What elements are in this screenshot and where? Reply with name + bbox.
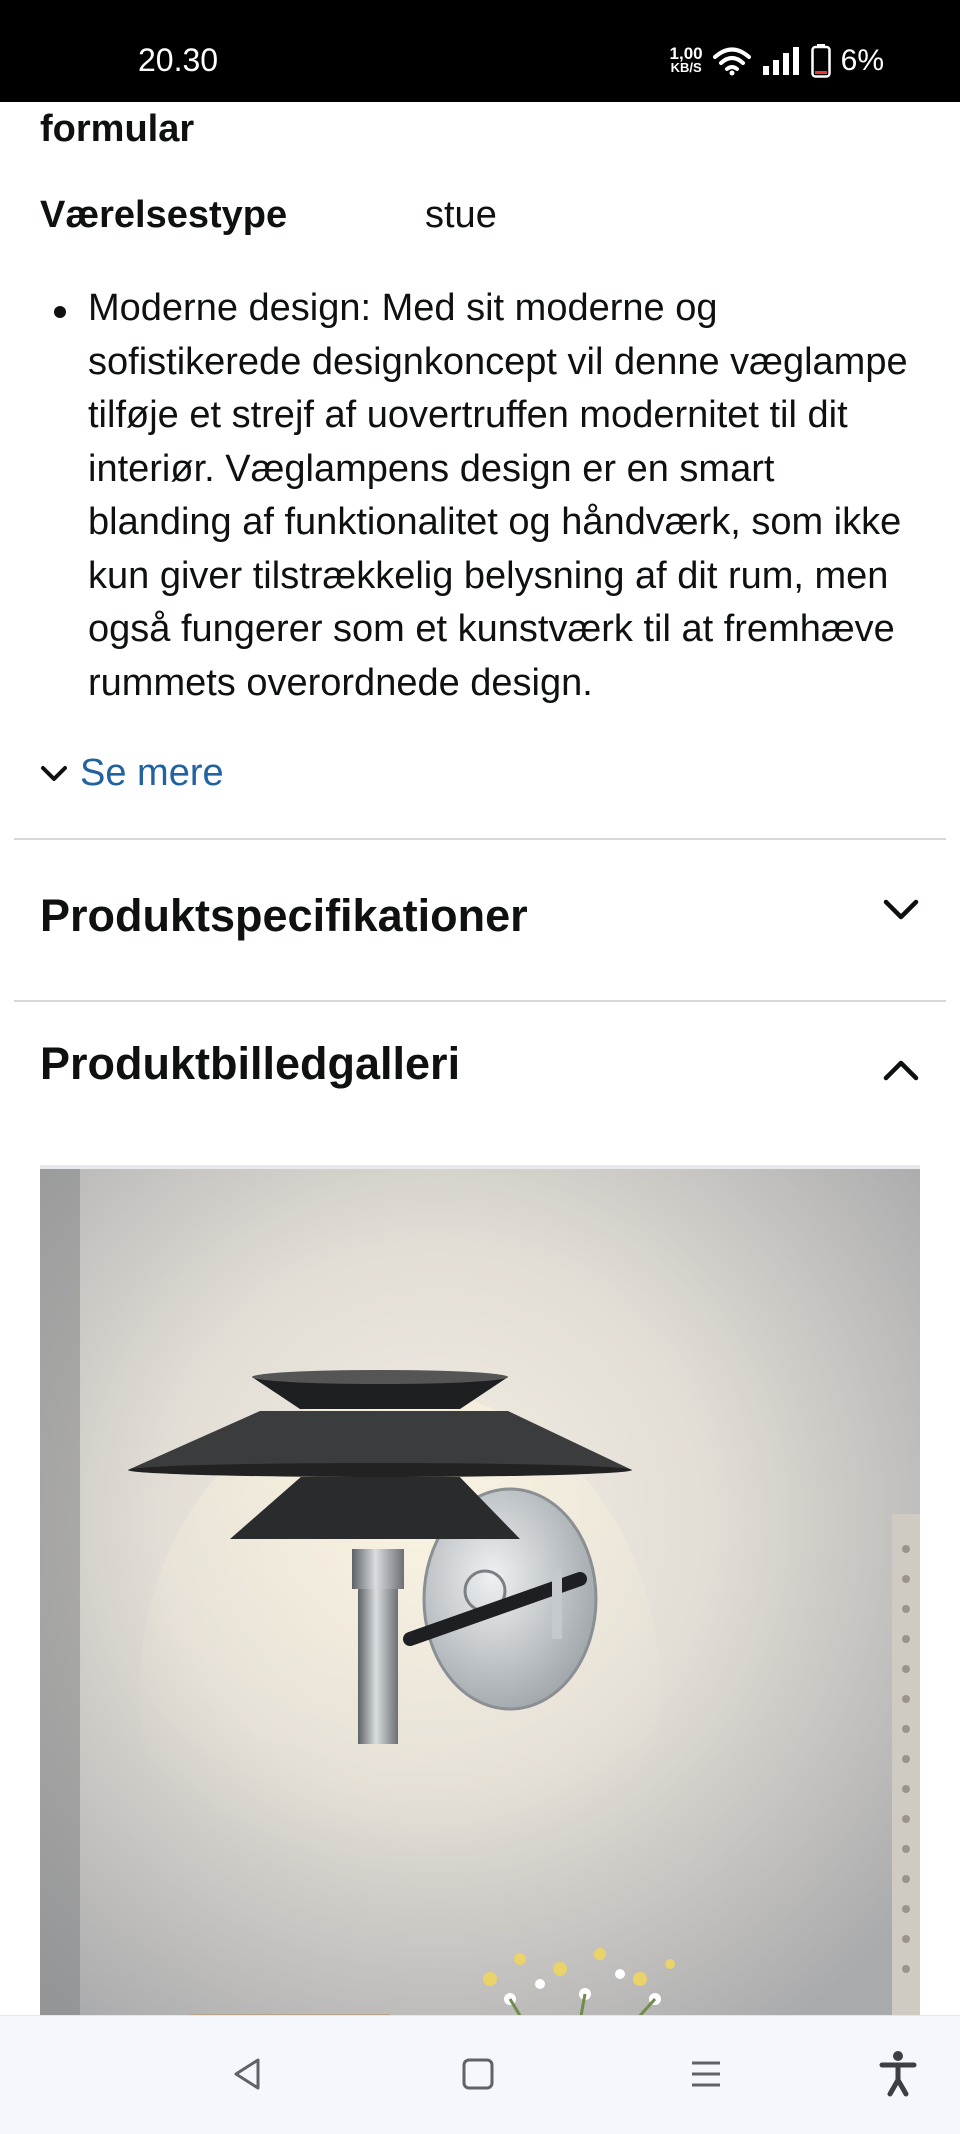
status-bar: 20.30 1,00 KB/S 6% [0,0,960,102]
home-square-icon[interactable] [458,2054,498,2094]
wifi-icon [712,47,751,76]
battery-icon [810,44,831,78]
accessibility-icon[interactable] [878,2050,918,2098]
attribute-label: Værelsestype [40,194,288,236]
battery-percent: 6% [840,44,884,77]
attribute-label-cut: formular [40,108,195,150]
chevron-down-icon [41,765,67,781]
status-icons: 1,00 KB/S 6% [670,44,884,78]
section-product-gallery[interactable]: Produktbilledgalleri [0,1002,960,1152]
menu-lines-icon[interactable] [686,2054,726,2094]
section-title-specifications: Produktspecifikationer [40,890,528,941]
back-triangle-icon[interactable] [228,2054,268,2094]
signal-icon [762,47,799,75]
attribute-value: stue [425,194,497,236]
chevron-up-icon [883,1060,919,1081]
chevron-down-icon [883,899,919,920]
section-title-gallery: Produktbilledgalleri [40,1038,461,1089]
see-more-label: Se mere [80,752,224,794]
gallery-image[interactable] [40,1165,920,2049]
wall-lamp-product-image [40,1169,920,2049]
status-time: 20.30 [138,42,219,78]
see-more-link[interactable]: Se mere [40,752,224,795]
net-speed-value: 1,00 [669,44,703,63]
net-speed-unit: KB/S [670,60,702,75]
attribute-row-room-type: Værelsestype stue [40,194,497,237]
system-navigation-bar [0,2015,960,2134]
net-speed: 1,00 KB/S [669,44,703,75]
feature-bullet: Moderne design: Med sit moderne og sofis… [54,282,928,710]
section-product-specifications[interactable]: Produktspecifikationer [0,840,960,1000]
